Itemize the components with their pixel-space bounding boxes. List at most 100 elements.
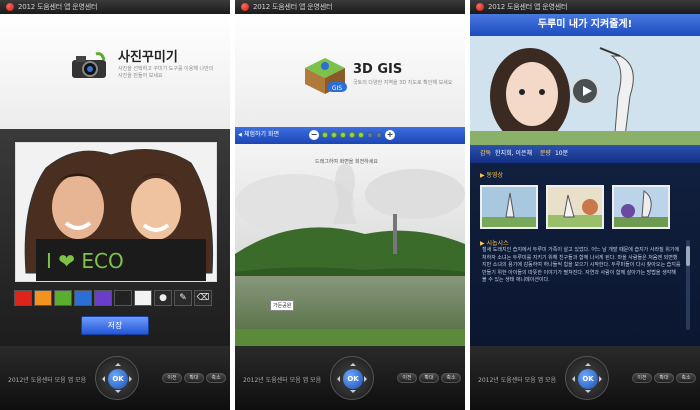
softkey-zoom-in[interactable]: 확대 [654,373,674,383]
softkey-prev[interactable]: 이전 [632,373,652,383]
arrow-left-icon[interactable] [334,376,340,382]
arrow-down-icon[interactable] [115,390,121,396]
bottom-bar: 2012년 도움센터 모음 앱 모음 OK 이전 확대 축소 [0,346,230,410]
zoom-level-dot[interactable] [376,132,382,138]
app-logo-icon [476,3,484,11]
zoom-in-button[interactable]: + [385,130,395,140]
eraser-icon[interactable]: ⌫ [194,290,212,306]
page-title: 사진꾸미기 [118,50,178,65]
color-swatch[interactable] [34,290,52,306]
arrow-down-icon[interactable] [350,390,356,396]
page-title: 3D GIS [353,62,403,77]
ok-button[interactable]: OK [343,369,363,389]
meta-label: 감독 [480,150,492,157]
softkey-prev[interactable]: 이전 [397,373,417,383]
save-button[interactable]: 저장 [81,316,149,335]
play-button[interactable] [571,77,599,105]
bottom-hint: 2012년 도움센터 모음 앱 모음 [243,377,322,384]
animation-detail-screen: 2012 도움센터 앱 운영센터 두루미 내가 지켜줄게! 감독 한지희, 이은채… [470,0,700,410]
status-title: 2012 도움센터 앱 운영센터 [253,3,333,11]
arrow-right-icon[interactable] [364,376,370,382]
softkey-zoom-out[interactable]: 축소 [206,373,226,383]
app-logo-icon [241,3,249,11]
dpad[interactable]: OK [95,356,139,400]
softkey-zoom-in[interactable]: 확대 [419,373,439,383]
gis-3d-screen: 2012 도움센터 앱 운영센터 GIS 3D GIS 국토의 다양한 지역을 … [235,0,465,410]
bottom-bar: 2012년 도움센터 모음 앱 모음 OK 이전 확대 축소 [235,346,465,410]
color-swatch[interactable] [14,290,32,306]
arrow-up-icon[interactable] [350,360,356,366]
softkey-zoom-in[interactable]: 확대 [184,373,204,383]
zoom-level-dot[interactable] [340,132,346,138]
arrow-left-icon[interactable] [99,376,105,382]
section-heading: ▶ 시놉시스 [480,240,509,247]
color-swatch[interactable] [94,290,112,306]
softkeys: 이전 확대 축소 [162,373,226,383]
bottom-bar: 2012년 도움센터 모음 앱 모음 OK 이전 확대 축소 [470,346,700,410]
panorama-view[interactable] [235,144,465,346]
photo-image: I ❤ ECO [16,143,216,281]
softkeys: 이전 확대 축소 [397,373,461,383]
place-label[interactable]: 가든공원 [270,300,295,311]
zoom-control: − + [309,130,395,140]
photo-decorate-screen: 2012 도움센터 앱 운영센터 사진꾸미기 사진을 선택하고 꾸미기 도구를 … [0,0,230,410]
gis-toolbar: 체험하기 화면 − + [235,127,465,144]
meta-value: 한지희, 이은채 [495,150,532,157]
status-title: 2012 도움센터 앱 운영센터 [488,3,568,11]
meta-value: 10분 [554,150,569,157]
scrollbar[interactable] [686,240,690,330]
arrow-down-icon[interactable] [585,390,591,396]
softkeys: 이전 확대 축소 [632,373,696,383]
thumbnail[interactable] [480,185,538,229]
bottom-hint: 2012년 도움센터 모음 앱 모음 [478,377,557,384]
panorama-image [235,144,465,346]
arrow-right-icon[interactable] [599,376,605,382]
zoom-level-dot[interactable] [358,132,364,138]
dpad[interactable]: OK [330,356,374,400]
gis-badge: GIS [332,85,342,92]
ok-button[interactable]: OK [108,369,128,389]
video-meta: 감독 한지희, 이은채 분량 10분 [470,145,700,163]
dpad[interactable]: OK [565,356,609,400]
page-subtitle: 사진을 선택하고 꾸미기 도구를 이용해 나만의 사진을 만들어 보세요 [118,66,214,79]
softkey-zoom-out[interactable]: 축소 [676,373,696,383]
status-bar: 2012 도움센터 앱 운영센터 [235,0,465,14]
color-swatch[interactable] [134,290,152,306]
bottom-hint: 2012년 도움센터 모음 앱 모음 [8,377,87,384]
page-title: 두루미 내가 지켜줄게! [537,19,633,30]
doodle-text: I ❤ ECO [46,249,124,273]
map-cube-icon: GIS [305,58,347,94]
status-title: 2012 도움센터 앱 운영센터 [18,3,98,11]
pano-hint: 드래그하여 화면을 회전하세요 [315,159,378,165]
section-heading: ▶ 동영상 [480,172,504,179]
ok-button[interactable]: OK [578,369,598,389]
brush-size-icon[interactable]: ● [154,290,172,306]
status-bar: 2012 도움센터 앱 운영센터 [470,0,700,14]
color-swatch[interactable] [114,290,132,306]
color-palette: ● ✎ ⌫ [14,290,212,306]
arrow-left-icon[interactable] [569,376,575,382]
zoom-out-button[interactable]: − [309,130,319,140]
back-button[interactable]: 체험하기 화면 [238,129,288,141]
header [235,14,465,127]
arrow-up-icon[interactable] [115,360,121,366]
video-player[interactable] [470,36,700,145]
color-swatch[interactable] [54,290,72,306]
arrow-up-icon[interactable] [585,360,591,366]
thumbnail[interactable] [612,185,670,229]
meta-label: 분량 [539,150,551,157]
zoom-level-dot[interactable] [349,132,355,138]
color-swatch[interactable] [74,290,92,306]
title-bar: 두루미 내가 지켜줄게! [470,14,700,36]
scroll-thumb[interactable] [686,246,690,266]
zoom-level-dot[interactable] [331,132,337,138]
pencil-icon[interactable]: ✎ [174,290,192,306]
thumbnail[interactable] [546,185,604,229]
arrow-right-icon[interactable] [129,376,135,382]
zoom-level-dot[interactable] [367,132,373,138]
photo-canvas[interactable]: I ❤ ECO [15,142,217,282]
softkey-zoom-out[interactable]: 축소 [441,373,461,383]
softkey-prev[interactable]: 이전 [162,373,182,383]
zoom-level-dot[interactable] [322,132,328,138]
page-subtitle: 국토의 다양한 지역을 3D 지도로 확인해 보세요 [353,80,453,86]
